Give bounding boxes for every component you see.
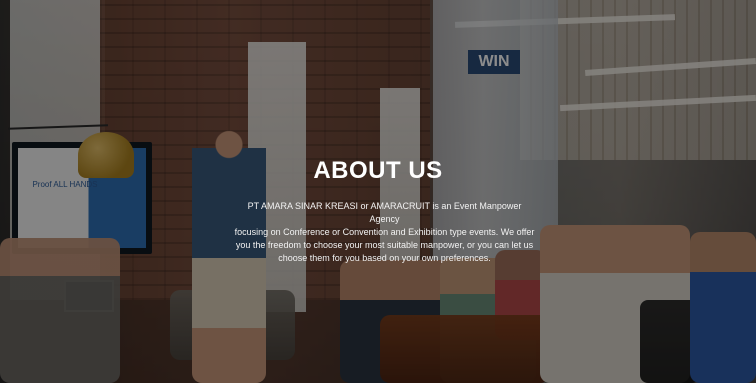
hero-content: ABOUT US PT AMARA SINAR KREASI or AMARAC…	[0, 0, 756, 383]
description-line: choose them for you based on your own pr…	[278, 253, 491, 263]
description-line: PT AMARA SINAR KREASI or AMARACRUIT is a…	[247, 201, 522, 224]
about-us-hero: WIN Proof ALL HANDS ABOUT US PT AMARA SI…	[0, 0, 756, 383]
about-description: PT AMARA SINAR KREASI or AMARACRUIT is a…	[232, 200, 537, 265]
description-line: you the freedom to choose your most suit…	[235, 240, 534, 250]
description-line: focusing on Conference or Convention and…	[234, 227, 535, 237]
page-title: ABOUT US	[313, 157, 443, 184]
